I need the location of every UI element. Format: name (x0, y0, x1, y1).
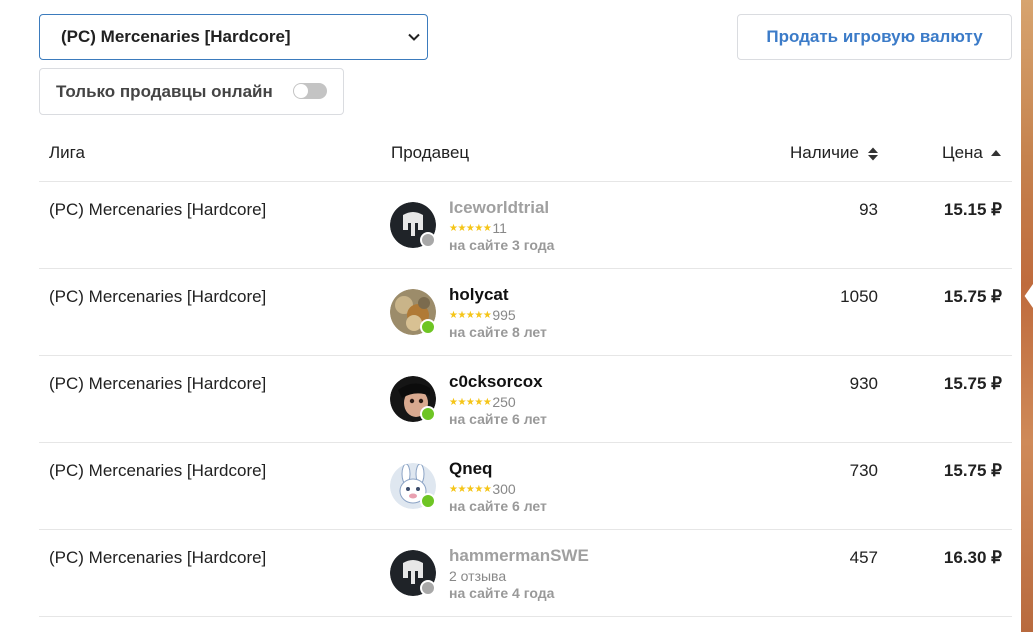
seller-name[interactable]: Iceworldtrial (449, 198, 549, 218)
column-header-league: Лига (49, 143, 85, 162)
rating-count: 995 (492, 307, 516, 323)
seller-avatar[interactable] (390, 202, 436, 248)
league-cell: (PC) Mercenaries [Hardcore] (49, 461, 267, 480)
online-only-toggle[interactable] (293, 83, 327, 99)
price-cell: 16.30 ₽ (943, 548, 1002, 567)
table-row[interactable]: (PC) Mercenaries [Hardcore] holycat ★★★★… (39, 269, 1012, 356)
price-cell: 15.75 ₽ (943, 461, 1002, 480)
sell-currency-button[interactable]: Продать игровую валюту (737, 14, 1012, 60)
rating-stars-icon: ★★★★★ (449, 396, 492, 408)
seller-avatar[interactable] (390, 550, 436, 596)
status-offline-indicator (420, 232, 436, 248)
background-image-edge (1021, 0, 1033, 632)
league-cell: (PC) Mercenaries [Hardcore] (49, 200, 267, 219)
seller-avatar[interactable] (390, 289, 436, 335)
online-only-label: Только продавцы онлайн (56, 81, 273, 101)
status-offline-indicator (420, 580, 436, 596)
seller-rating: ★★★★★ 995 (449, 307, 516, 323)
price-cell: 15.75 ₽ (943, 374, 1002, 393)
status-online-indicator (420, 493, 436, 509)
table-row[interactable]: (PC) Mercenaries [Hardcore] hammermanSWE… (39, 530, 1012, 617)
league-select-value: (PC) Mercenaries [Hardcore] (61, 27, 291, 46)
seller-since: на сайте 4 года (449, 585, 555, 601)
column-header-stock[interactable]: Наличие (790, 143, 859, 163)
seller-name[interactable]: hammermanSWE (449, 546, 589, 566)
price-cell: 15.15 ₽ (943, 200, 1002, 219)
status-online-indicator (420, 319, 436, 335)
seller-rating: ★★★★★ 11 (449, 220, 507, 236)
column-header-price[interactable]: Цена (942, 143, 983, 163)
seller-since: на сайте 6 лет (449, 411, 547, 427)
rating-count: 300 (492, 481, 516, 497)
league-cell: (PC) Mercenaries [Hardcore] (49, 548, 267, 567)
column-header-seller: Продавец (391, 143, 470, 162)
seller-avatar[interactable] (390, 376, 436, 422)
toggle-knob (294, 84, 308, 98)
stock-cell: 93 (859, 200, 878, 219)
seller-rating: ★★★★★ 250 (449, 394, 516, 410)
stock-cell: 457 (849, 548, 878, 567)
stock-cell: 930 (849, 374, 878, 393)
stock-cell: 1050 (840, 287, 878, 306)
chevron-down-icon (408, 33, 420, 41)
sort-both-icon[interactable] (867, 146, 879, 162)
table-row[interactable]: (PC) Mercenaries [Hardcore] Qneq ★★★★★ 30… (39, 443, 1012, 530)
table-row[interactable]: (PC) Mercenaries [Hardcore] Iceworldtria… (39, 182, 1012, 269)
scroll-arrow-icon (1024, 284, 1033, 308)
sort-ascending-icon[interactable] (990, 149, 1002, 157)
seller-since: на сайте 8 лет (449, 324, 547, 340)
seller-rating: ★★★★★ 300 (449, 481, 516, 497)
seller-since: на сайте 3 года (449, 237, 555, 253)
online-only-filter: Только продавцы онлайн (39, 68, 344, 115)
league-cell: (PC) Mercenaries [Hardcore] (49, 374, 267, 393)
seller-name[interactable]: c0cksorcox (449, 372, 543, 392)
rating-count: 250 (492, 394, 516, 410)
seller-name[interactable]: Qneq (449, 459, 492, 479)
rating-stars-icon: ★★★★★ (449, 483, 492, 495)
table-row[interactable]: (PC) Mercenaries [Hardcore] c0cksorcox ★… (39, 356, 1012, 443)
seller-reviews: 2 отзыва (449, 568, 507, 584)
rating-stars-icon: ★★★★★ (449, 222, 492, 234)
stock-cell: 730 (849, 461, 878, 480)
status-online-indicator (420, 406, 436, 422)
seller-since: на сайте 6 лет (449, 498, 547, 514)
seller-name[interactable]: holycat (449, 285, 509, 305)
seller-avatar[interactable] (390, 463, 436, 509)
rating-stars-icon: ★★★★★ (449, 309, 492, 321)
league-select[interactable]: (PC) Mercenaries [Hardcore] (39, 14, 428, 60)
rating-count: 11 (492, 220, 507, 236)
league-cell: (PC) Mercenaries [Hardcore] (49, 287, 267, 306)
price-cell: 15.75 ₽ (943, 287, 1002, 306)
